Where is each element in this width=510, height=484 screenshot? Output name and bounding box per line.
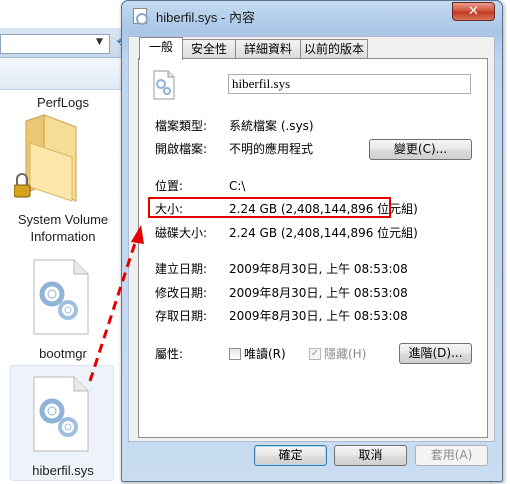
system-file-icon[interactable] xyxy=(30,258,92,336)
advanced-button[interactable]: 進階(D)... xyxy=(399,343,472,364)
accessed-label: 存取日期: xyxy=(155,309,208,323)
general-tab-page xyxy=(138,58,488,438)
size-on-disk-label: 磁碟大小: xyxy=(155,226,208,240)
open-with-value: 不明的應用程式 xyxy=(229,142,314,156)
hidden-checkbox: ✓ xyxy=(309,348,321,360)
tab-security[interactable]: 安全性 xyxy=(182,39,236,58)
modified-value: 2009年8月30日, 上午 08:53:08 xyxy=(229,286,408,300)
close-button[interactable]: ✕ xyxy=(452,2,495,21)
attributes-label: 屬性: xyxy=(155,347,184,361)
ok-button[interactable]: 確定 xyxy=(254,445,327,466)
dialog-titlebar[interactable]: hiberfil.sys - 內容 ✕ xyxy=(122,1,502,31)
divider xyxy=(154,333,472,334)
size-on-disk-value: 2.24 GB (2,408,144,896 位元組) xyxy=(229,226,418,240)
system-file-icon[interactable] xyxy=(30,375,92,453)
readonly-checkbox[interactable] xyxy=(229,348,241,360)
file-label-perflogs[interactable]: PerfLogs xyxy=(0,94,126,111)
created-value: 2009年8月30日, 上午 08:53:08 xyxy=(229,262,408,276)
divider xyxy=(154,167,472,168)
address-input[interactable] xyxy=(0,34,110,54)
accessed-value: 2009年8月30日, 上午 08:53:08 xyxy=(229,309,408,323)
divider xyxy=(154,249,472,250)
tab-previous-versions[interactable]: 以前的版本 xyxy=(300,39,368,58)
address-bar[interactable]: ▼ ⟲ xyxy=(0,28,136,58)
hidden-label: 隱藏(H) xyxy=(324,347,367,361)
location-value: C:\ xyxy=(229,179,246,193)
file-label-bootmgr[interactable]: bootmgr xyxy=(0,345,126,362)
chevron-down-icon[interactable]: ▼ xyxy=(96,37,103,47)
location-label: 位置: xyxy=(155,179,184,193)
file-label-system-volume[interactable]: System Volume Information xyxy=(0,211,126,245)
readonly-label[interactable]: 唯讀(R) xyxy=(244,347,286,361)
cancel-button[interactable]: 取消 xyxy=(334,445,407,466)
explorer-toolbar xyxy=(0,58,136,90)
file-name-field[interactable]: hiberfil.sys xyxy=(228,74,471,94)
divider xyxy=(154,108,472,109)
file-label-hiberfil[interactable]: hiberfil.sys xyxy=(0,462,126,479)
tab-details[interactable]: 詳細資料 xyxy=(235,39,301,58)
modified-label: 修改日期: xyxy=(155,286,208,300)
system-file-icon xyxy=(153,70,175,100)
file-icon xyxy=(133,8,148,25)
change-button[interactable]: 變更(C)... xyxy=(369,139,472,160)
size-highlight-box xyxy=(148,197,391,218)
apply-button: 套用(A) xyxy=(415,445,488,466)
tab-general[interactable]: 一般 xyxy=(139,37,183,60)
dialog-title: hiberfil.sys - 內容 xyxy=(156,10,255,25)
created-label: 建立日期: xyxy=(155,262,208,276)
file-type-value: 系統檔案 (.sys) xyxy=(229,119,314,133)
file-type-label: 檔案類型: xyxy=(155,119,208,133)
locked-folder-icon[interactable] xyxy=(14,113,84,209)
open-with-label: 開啟檔案: xyxy=(155,142,208,156)
